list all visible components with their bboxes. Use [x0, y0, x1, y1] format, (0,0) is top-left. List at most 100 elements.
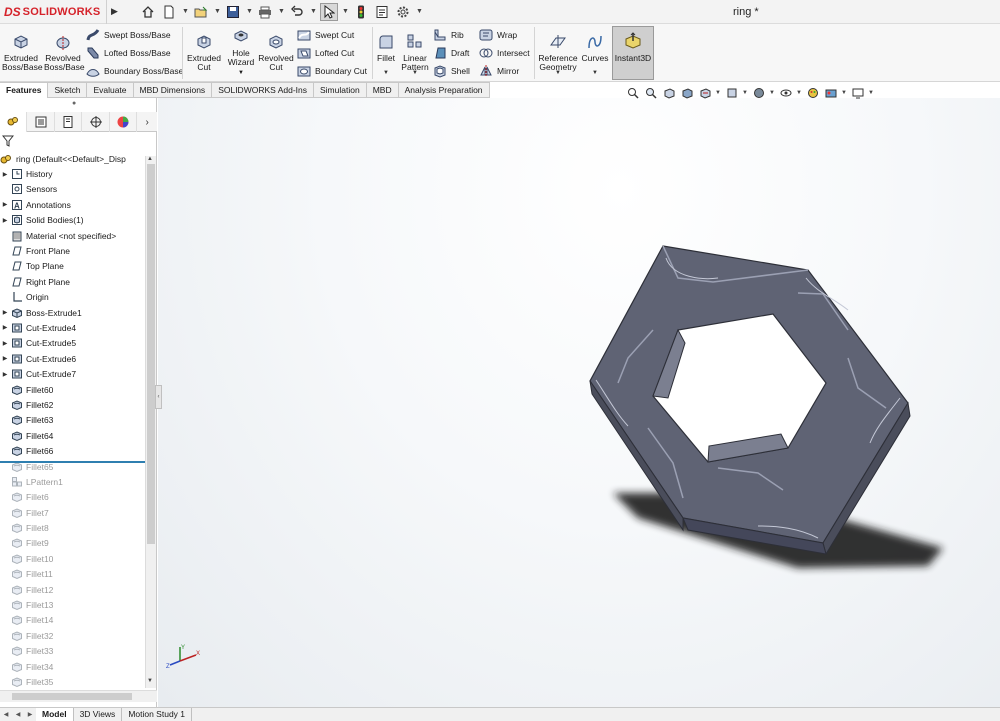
solidworks-logo[interactable]: DS SOLIDWORKS: [0, 0, 108, 24]
tree-item[interactable]: Fillet32: [0, 628, 145, 643]
options-dropdown-icon[interactable]: ▼: [415, 8, 423, 15]
mirror-button[interactable]: Mirror: [479, 63, 519, 79]
tab-sketch[interactable]: Sketch: [48, 82, 88, 98]
tree-item[interactable]: Fillet7: [0, 505, 145, 520]
undo-dropdown-icon[interactable]: ▼: [309, 8, 317, 15]
tab-model[interactable]: Model: [36, 708, 74, 721]
tree-item[interactable]: Fillet8: [0, 520, 145, 535]
boundary-boss-button[interactable]: Boundary Boss/Base: [86, 63, 183, 79]
tree-item[interactable]: Fillet33: [0, 644, 145, 659]
view-orientation-dropdown-icon[interactable]: ▼: [715, 90, 722, 96]
tree-item[interactable]: Front Plane: [0, 243, 145, 258]
tree-item[interactable]: Fillet6: [0, 490, 145, 505]
scroll-up-icon[interactable]: ▲: [147, 156, 153, 162]
hide-show-dropdown-icon[interactable]: ▼: [769, 90, 776, 96]
tree-item[interactable]: Fillet12: [0, 582, 145, 597]
swept-boss-button[interactable]: Swept Boss/Base: [86, 27, 171, 43]
tree-item[interactable]: Sensors: [0, 182, 145, 197]
dimxpert-manager-tab-icon[interactable]: [82, 112, 110, 132]
expand-arrow-icon[interactable]: ▶: [0, 309, 10, 316]
save-icon[interactable]: [224, 3, 242, 21]
view-settings-icon[interactable]: [850, 86, 866, 100]
tree-item[interactable]: Origin: [0, 290, 145, 305]
apply-scene-icon[interactable]: [823, 86, 839, 100]
view-orientation-icon[interactable]: [724, 86, 740, 100]
graphics-area[interactable]: Y X Z: [158, 98, 1000, 707]
shell-button[interactable]: Shell: [433, 63, 470, 79]
filter-icon[interactable]: [1, 135, 15, 150]
select-dropdown-icon[interactable]: ▼: [341, 8, 349, 15]
tab-evaluate[interactable]: Evaluate: [87, 82, 134, 98]
new-document-icon[interactable]: [160, 3, 178, 21]
tree-item[interactable]: Fillet34: [0, 659, 145, 674]
tree-item[interactable]: ▶ Cut-Extrude5: [0, 336, 145, 351]
configuration-manager-tab-icon[interactable]: [55, 112, 83, 132]
tree-item[interactable]: ▶ Cut-Extrude4: [0, 320, 145, 335]
tree-item[interactable]: Fillet63: [0, 413, 145, 428]
print-dropdown-icon[interactable]: ▼: [277, 8, 285, 15]
previous-view-icon[interactable]: [661, 86, 677, 100]
display-style-icon[interactable]: [751, 86, 767, 100]
expand-arrow-icon[interactable]: ▶: [0, 217, 10, 224]
dynamic-annotation-icon[interactable]: [697, 86, 713, 100]
tree-item[interactable]: Fillet9: [0, 536, 145, 551]
ring-part-model[interactable]: [158, 98, 1000, 707]
extruded-cut-button[interactable]: Extruded Cut: [186, 32, 222, 72]
tab-motion-study-1[interactable]: Motion Study 1: [122, 708, 193, 721]
view-settings-dropdown-icon[interactable]: ▼: [868, 90, 875, 96]
tree-item[interactable]: Fillet64: [0, 428, 145, 443]
tab-features[interactable]: Features: [0, 82, 49, 98]
tree-item[interactable]: Top Plane: [0, 259, 145, 274]
hole-wizard-dropdown-icon[interactable]: ▼: [224, 69, 258, 78]
tree-item[interactable]: ▶ Boss-Extrude1: [0, 305, 145, 320]
open-dropdown-icon[interactable]: ▼: [213, 8, 221, 15]
tab-solidworks-add-ins[interactable]: SOLIDWORKS Add-Ins: [212, 82, 314, 98]
draft-button[interactable]: Draft: [433, 45, 469, 61]
tree-item[interactable]: Fillet14: [0, 613, 145, 628]
expand-arrow-icon[interactable]: ▶: [0, 371, 10, 378]
print-icon[interactable]: [256, 3, 274, 21]
reference-geometry-dropdown-icon[interactable]: ▼: [555, 70, 561, 76]
zoom-to-area-icon[interactable]: [643, 86, 659, 100]
expand-arrow-icon[interactable]: ▶: [0, 201, 10, 208]
panel-grip-icon[interactable]: ●: [72, 100, 76, 107]
swept-cut-button[interactable]: Swept Cut: [297, 27, 354, 43]
tree-item[interactable]: LPattern1: [0, 474, 145, 489]
property-manager-tab-icon[interactable]: [27, 112, 55, 132]
linear-pattern-button[interactable]: Linear Pattern: [400, 32, 430, 72]
rib-button[interactable]: Rib: [433, 27, 464, 43]
edit-appearance-dropdown-icon[interactable]: ▼: [796, 90, 803, 96]
tree-item[interactable]: ▶ Cut-Extrude6: [0, 351, 145, 366]
tab-mbd-dimensions[interactable]: MBD Dimensions: [133, 82, 213, 98]
tree-item[interactable]: ▶ A Annotations: [0, 197, 145, 212]
instant3d-button[interactable]: Instant3D: [612, 26, 654, 80]
hole-wizard-button[interactable]: Hole Wizard ▼: [224, 27, 258, 78]
display-style-dropdown-icon[interactable]: ▼: [742, 90, 749, 96]
tree-item[interactable]: Fillet13: [0, 597, 145, 612]
intersect-button[interactable]: Intersect: [479, 45, 530, 61]
zoom-to-fit-icon[interactable]: [625, 86, 641, 100]
home-icon[interactable]: [139, 3, 157, 21]
tree-horizontal-scrollbar[interactable]: [0, 690, 157, 702]
fillet-dropdown-icon[interactable]: ▼: [383, 70, 389, 76]
expand-arrow-icon[interactable]: ▶: [0, 340, 10, 347]
wrap-button[interactable]: Wrap: [479, 27, 517, 43]
feature-manager-tab-icon[interactable]: [0, 112, 28, 132]
rollback-bar[interactable]: [0, 461, 145, 463]
tab-3d-views[interactable]: 3D Views: [74, 708, 123, 721]
edit-appearance-icon[interactable]: [805, 86, 821, 100]
tab-nav-prev-icon[interactable]: ◀: [12, 711, 24, 718]
tree-scroll-thumb[interactable]: [147, 164, 155, 544]
expand-arrow-icon[interactable]: ▶: [0, 324, 10, 331]
undo-icon[interactable]: [288, 3, 306, 21]
tree-item[interactable]: ▶ History: [0, 166, 145, 181]
tree-hscroll-thumb[interactable]: [12, 693, 132, 700]
lofted-boss-button[interactable]: Lofted Boss/Base: [86, 45, 171, 61]
revolved-boss-button[interactable]: Revolved Boss/Base: [44, 32, 85, 72]
linear-pattern-dropdown-icon[interactable]: ▼: [412, 70, 418, 76]
tree-item[interactable]: Material <not specified>: [0, 228, 145, 243]
tree-item[interactable]: ▶ Cut-Extrude7: [0, 366, 145, 381]
select-cursor-icon[interactable]: [320, 2, 339, 21]
tree-root-part[interactable]: ring (Default<<Default>_Disp: [0, 151, 145, 166]
save-dropdown-icon[interactable]: ▼: [245, 8, 253, 15]
